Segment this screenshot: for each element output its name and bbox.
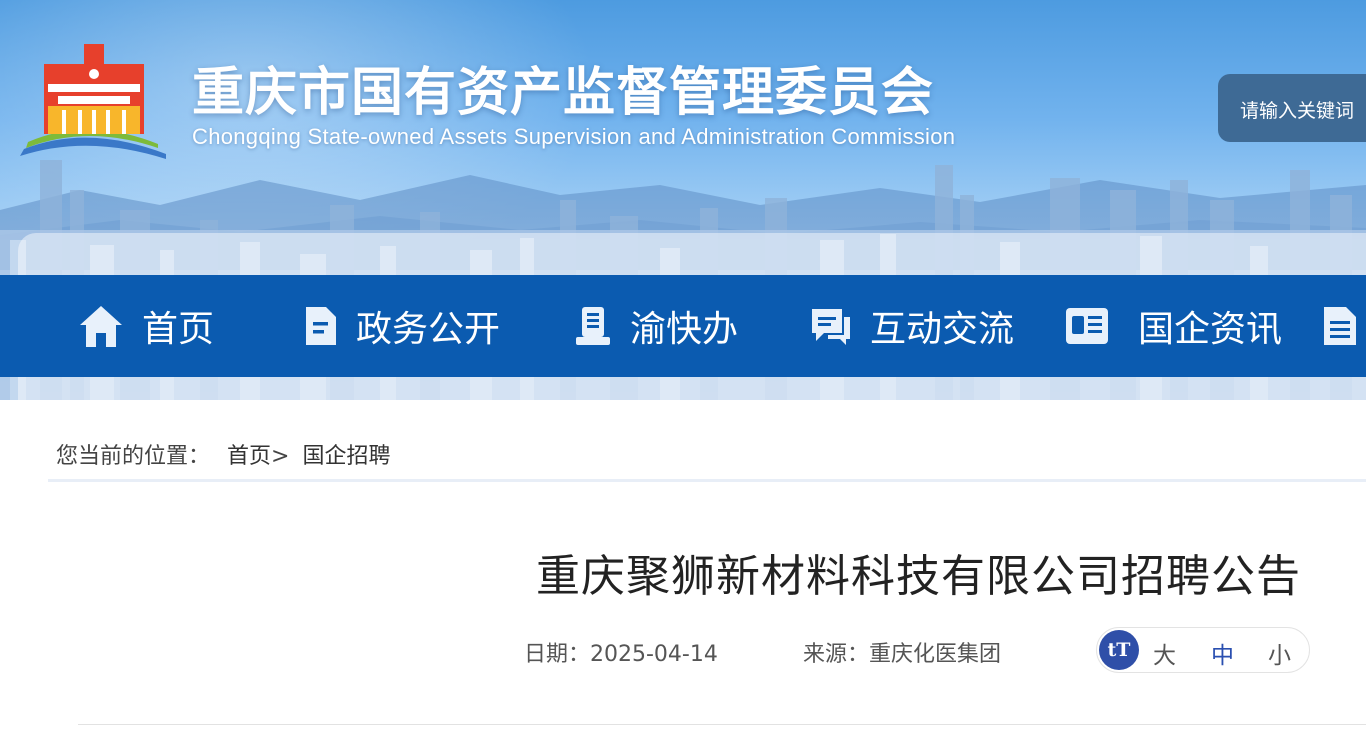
font-size-large-button[interactable]: 大: [1153, 636, 1176, 670]
font-size-medium-button[interactable]: 中: [1211, 636, 1234, 670]
font-size-icon: tT: [1099, 630, 1139, 670]
home-icon: [78, 303, 124, 349]
main-nav: 首页 政务公开 渝快办 互动交流 国企资讯: [0, 275, 1366, 377]
nav-yukuaiban-label: 渝快办: [630, 309, 739, 350]
nav-home[interactable]: 首页: [78, 275, 214, 377]
breadcrumb: 您当前的位置： 首页> 国企招聘: [56, 438, 390, 470]
service-icon: [574, 305, 612, 347]
breadcrumb-prefix: 您当前的位置：: [56, 444, 211, 469]
search-input[interactable]: 请输入关键词: [1218, 74, 1366, 142]
breadcrumb-home-link[interactable]: 首页: [227, 438, 271, 470]
font-size-small-button[interactable]: 小: [1268, 636, 1291, 670]
nav-interaction-label: 互动交流: [870, 309, 1015, 350]
site-subtitle: Chongqing State-owned Assets Supervision…: [192, 124, 956, 149]
document-icon: [302, 305, 338, 347]
article-header-divider: [78, 724, 1366, 725]
article-source: 来源：重庆化医集团: [803, 642, 1002, 667]
article-title: 重庆聚狮新材料科技有限公司招聘公告: [536, 551, 1301, 602]
font-size-switcher: tT 大 中 小: [1096, 627, 1310, 673]
file-list-icon: [1322, 305, 1358, 347]
breadcrumb-current-link[interactable]: 国企招聘: [302, 438, 390, 470]
cq-sasac-logo-icon: [20, 44, 166, 159]
breadcrumb-separator: >: [271, 444, 290, 469]
nav-more[interactable]: [1322, 275, 1366, 377]
nav-yukuaiban[interactable]: 渝快办: [574, 275, 738, 377]
news-icon: [1064, 306, 1110, 346]
nav-gov-affairs-label: 政务公开: [356, 309, 501, 350]
nav-gov-affairs[interactable]: 政务公开: [302, 275, 500, 377]
nav-home-label: 首页: [142, 309, 215, 350]
breadcrumb-divider: [48, 479, 1366, 482]
nav-interaction[interactable]: 互动交流: [808, 275, 1014, 377]
nav-soe-news[interactable]: 国企资讯: [1064, 275, 1282, 377]
site-title: 重庆市国有资产监督管理委员会: [192, 63, 935, 123]
nav-soe-news-label: 国企资讯: [1138, 309, 1283, 350]
article-date: 日期：2025-04-14: [524, 642, 718, 667]
chat-icon: [808, 305, 852, 347]
